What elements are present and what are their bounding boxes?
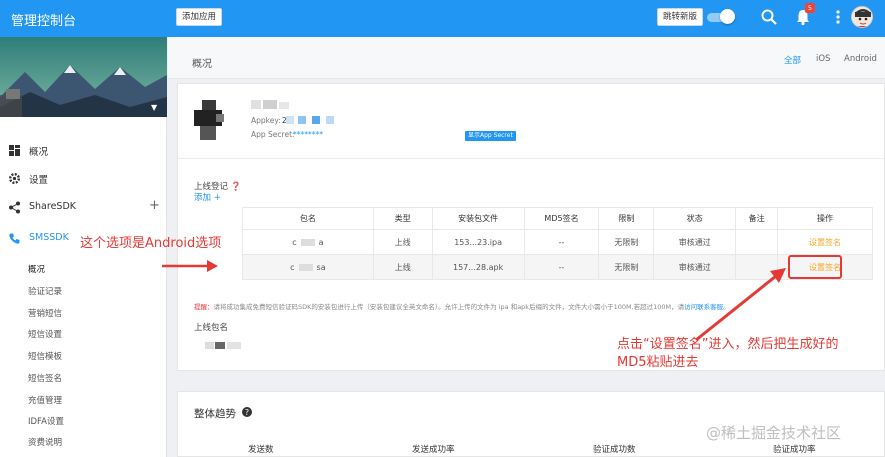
sidebar-subitem-recharge[interactable]: 充值管理	[28, 394, 62, 406]
type-cell: 上线	[372, 254, 433, 280]
page-title: 概况	[192, 59, 212, 70]
sidebar-subitem-pricing[interactable]: 资费说明	[28, 436, 62, 448]
sidebar-subitem-sms-templates[interactable]: 短信模板	[28, 350, 62, 362]
top-bar: 管理控制台 添加应用 跳转新版 5	[0, 0, 885, 37]
help-icon[interactable]: ❓	[231, 182, 242, 192]
sidebar-subitem-sms-settings[interactable]: 短信设置	[28, 328, 62, 340]
sidebar-subitem-marketing-sms[interactable]: 营销短信	[28, 307, 62, 319]
redacted-block	[300, 238, 315, 246]
grid-icon	[9, 145, 20, 156]
appkey-redacted	[286, 116, 334, 124]
add-package-link[interactable]: 添加 +	[194, 191, 221, 203]
phone-icon	[9, 233, 20, 244]
trend-col-verify-rate: 验证成功率	[773, 445, 816, 455]
trend-col-send-rate: 发送成功率	[412, 445, 455, 455]
col-header-type: 类型	[372, 207, 433, 230]
app-secret-value: ********	[293, 130, 323, 139]
annotation-arrow-right	[162, 260, 218, 272]
tab-all[interactable]: 全部	[784, 54, 801, 66]
add-app-button[interactable]: 添加应用	[176, 8, 223, 26]
trend-col-verify-count: 验证成功数	[593, 445, 636, 455]
sidebar-subitem-sms-signature[interactable]: 短信签名	[28, 372, 62, 384]
tab-ios[interactable]: iOS	[816, 54, 830, 64]
table-row: ca 上线 153...23.ipa -- 无限制 审核通过 设置签名	[242, 229, 873, 255]
col-header-action: 操作	[777, 207, 873, 230]
online-package-label: 上线包名	[194, 323, 229, 333]
package-name-cell: ca	[242, 229, 374, 255]
app-name-redacted	[251, 100, 289, 109]
limit-cell: 无限制	[598, 254, 655, 280]
status-cell: 审核通过	[653, 229, 737, 255]
col-header-status: 状态	[653, 207, 737, 230]
col-header-limit: 限制	[598, 207, 655, 230]
theme-toggle[interactable]	[707, 9, 735, 24]
search-icon[interactable]	[760, 8, 778, 26]
package-name-cell: c sa	[242, 254, 374, 280]
watermark: @稀土掘金技术社区	[706, 424, 842, 442]
chevron-down-icon[interactable]: ▼	[151, 103, 157, 112]
share-icon	[9, 201, 20, 214]
md5-cell: --	[523, 254, 600, 280]
brand-title: 管理控制台	[11, 14, 77, 29]
col-header-note: 备注	[735, 207, 779, 230]
online-package-redacted	[205, 342, 241, 349]
jump-new-version-button[interactable]: 跳转新版	[657, 8, 704, 26]
col-header-md5: MD5签名	[523, 207, 600, 230]
sidebar-banner[interactable]: ▼	[0, 37, 167, 117]
user-avatar[interactable]	[851, 6, 873, 28]
gear-icon	[8, 172, 21, 185]
expand-icon[interactable]: +	[149, 198, 160, 213]
sidebar-item-label: ShareSDK	[29, 201, 76, 212]
svg-text:?: ?	[245, 408, 249, 417]
help-icon[interactable]: ?	[242, 407, 252, 417]
type-cell: 上线	[372, 229, 433, 255]
sidebar-subitem-overview[interactable]: 概况	[28, 263, 45, 275]
file-cell: 153...23.ipa	[431, 229, 525, 255]
trend-col-sent: 发送数	[248, 445, 274, 455]
sidebar-item-overview[interactable]: 概况	[0, 140, 167, 162]
redacted-block	[298, 263, 313, 271]
sidebar-subitem-verify-records[interactable]: 验证记录	[28, 285, 62, 297]
annotation-instruction-line2: MD5粘贴进去	[617, 355, 699, 370]
annotation-android-note: 这个选项是Android选项	[80, 236, 222, 251]
col-header-file: 安装包文件	[431, 207, 525, 230]
col-header-package: 包名	[242, 207, 374, 230]
action-cell: 设置签名	[777, 229, 873, 255]
sidebar-item-label: SMSSDK	[29, 232, 69, 243]
sidebar-item-label: 设置	[29, 175, 49, 186]
appkey-label: Appkey:	[251, 116, 281, 125]
annotation-instruction-line1: 点击“设置签名”进入，然后把生成好的	[617, 337, 839, 352]
trend-title: 整体趋势	[194, 408, 236, 420]
set-signature-link[interactable]: 设置签名	[809, 238, 841, 247]
note-cell	[735, 229, 779, 255]
sidebar-item-sharesdk[interactable]: ShareSDK +	[0, 197, 167, 219]
app-logo	[194, 100, 224, 140]
file-cell: 157...28.apk	[431, 254, 525, 280]
show-app-secret-button[interactable]: 显示App Secret	[465, 131, 516, 141]
table-header-row: 包名 类型 安装包文件 MD5签名 限制 状态 备注 操作	[242, 207, 873, 230]
notification-badge: 5	[805, 3, 815, 13]
more-vertical-icon[interactable]	[829, 8, 847, 26]
sidebar-item-label: 概况	[29, 147, 49, 158]
limit-cell: 无限制	[598, 229, 655, 255]
sidebar-subitem-idfa[interactable]: IDFA设置	[28, 415, 64, 427]
md5-cell: --	[523, 229, 600, 255]
page-header: 概况 全部 iOS Android	[168, 37, 885, 79]
annotation-highlight-box	[788, 255, 842, 279]
tab-android[interactable]: Android	[844, 54, 877, 64]
app-secret-label: App Secret:	[251, 130, 295, 139]
divider	[178, 158, 884, 159]
sidebar-item-settings[interactable]: 设置	[0, 168, 167, 190]
